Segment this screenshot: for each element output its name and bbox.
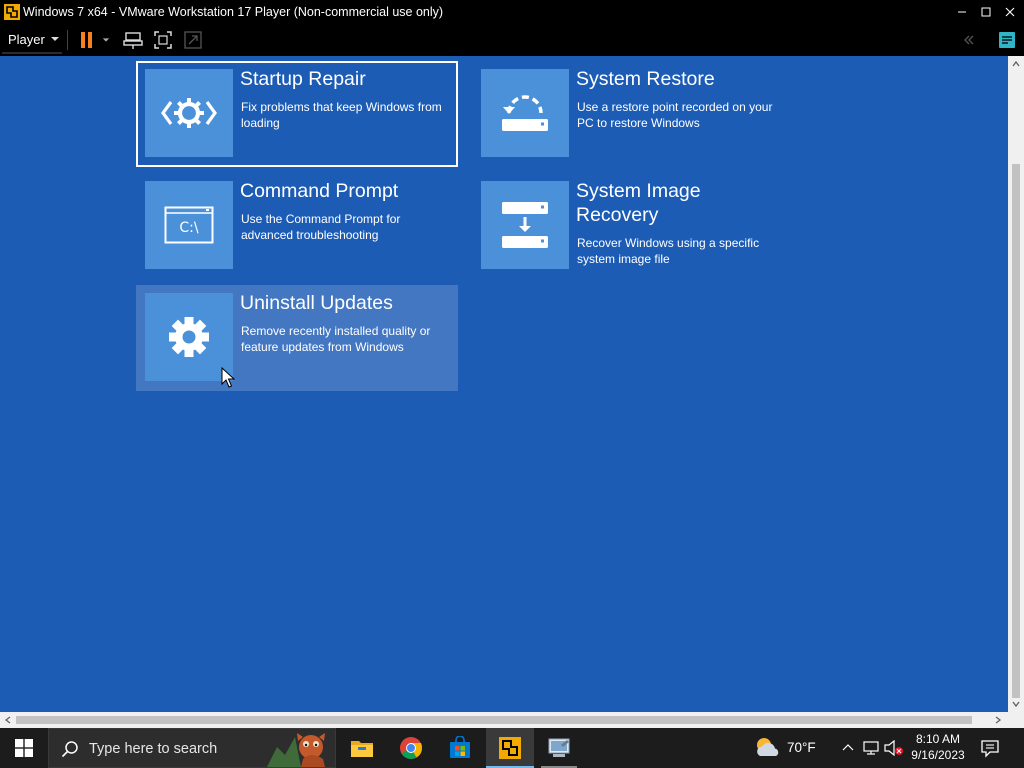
chevron-up-icon xyxy=(842,744,854,751)
windows-logo-icon xyxy=(15,739,33,757)
player-menu-label: Player xyxy=(8,31,45,47)
fullscreen-button[interactable] xyxy=(152,29,174,51)
vmware-player-icon xyxy=(499,737,521,759)
file-explorer-icon xyxy=(351,741,373,757)
weather-temperature: 70°F xyxy=(787,740,816,755)
taskbar-vmware-player[interactable] xyxy=(486,728,534,768)
unity-button[interactable] xyxy=(182,29,204,51)
volume-muted-icon xyxy=(884,740,903,756)
close-button[interactable] xyxy=(998,0,1022,24)
weather-icon xyxy=(757,738,779,756)
tile-uninstall-updates[interactable]: Uninstall Updates Remove recently instal… xyxy=(136,285,458,391)
chevron-down-icon xyxy=(1012,701,1020,708)
back-icon xyxy=(964,35,974,45)
search-highlight-illustration xyxy=(267,733,325,767)
tile-description: Fix problems that keep Windows from load… xyxy=(241,100,442,130)
mouse-cursor-icon xyxy=(221,367,235,388)
tile-description: Recover Windows using a specific system … xyxy=(577,236,760,266)
notes-button[interactable] xyxy=(996,29,1018,51)
vertical-scrollbar-thumb[interactable] xyxy=(1012,164,1020,698)
pause-dropdown-button[interactable] xyxy=(98,29,114,51)
unity-icon xyxy=(184,31,202,49)
scrollbar-corner xyxy=(1008,712,1024,728)
tile-system-image-recovery[interactable]: System Image Recovery Recover Windows us… xyxy=(472,173,794,279)
toolbar-divider xyxy=(67,30,68,50)
system-clock[interactable]: 8:10 AM 9/16/2023 xyxy=(904,731,972,763)
volume-tray-button[interactable] xyxy=(884,738,904,758)
tile-title: System Image Recovery xyxy=(576,180,701,226)
taskbar-system-app[interactable] xyxy=(535,728,583,768)
chevron-right-icon xyxy=(995,716,1002,724)
tile-title: Startup Repair xyxy=(240,68,366,90)
pause-icon xyxy=(81,32,92,48)
scroll-left-button[interactable] xyxy=(0,712,16,728)
horizontal-scrollbar-thumb[interactable] xyxy=(16,716,972,724)
chevron-left-icon xyxy=(4,716,11,724)
tile-command-prompt[interactable]: C:\ Command Prompt Use the Command Promp… xyxy=(136,173,458,279)
network-tray-button[interactable] xyxy=(862,738,882,758)
send-ctrl-alt-del-icon xyxy=(123,32,143,49)
network-icon xyxy=(863,741,879,755)
chevron-down-icon xyxy=(50,37,59,41)
taskbar: Type here to search 70°F 8:10 AM 9/16/20… xyxy=(0,728,1024,768)
vmware-logo-icon xyxy=(4,4,20,20)
notes-icon xyxy=(999,32,1015,48)
scroll-down-button[interactable] xyxy=(1008,696,1024,712)
gear-icon xyxy=(145,293,233,381)
send-ctrl-alt-del-button[interactable] xyxy=(122,29,144,51)
maximize-icon xyxy=(981,7,991,17)
tile-title: System Restore xyxy=(576,68,715,90)
tile-title: Uninstall Updates xyxy=(240,292,393,314)
system-restore-icon xyxy=(481,69,569,157)
minimize-button[interactable] xyxy=(950,0,974,24)
start-button[interactable] xyxy=(0,728,48,768)
system-image-icon xyxy=(481,181,569,269)
scroll-right-button[interactable] xyxy=(990,712,1006,728)
command-prompt-icon: C:\ xyxy=(145,181,233,269)
tile-description: Remove recently installed quality or fea… xyxy=(241,324,431,354)
scroll-up-button[interactable] xyxy=(1008,56,1024,72)
notification-center-icon[interactable] xyxy=(980,738,1000,758)
tile-description: Use the Command Prompt for advanced trou… xyxy=(241,212,401,242)
clock-date: 9/16/2023 xyxy=(911,748,965,762)
startup-repair-icon xyxy=(145,69,233,157)
pause-button[interactable] xyxy=(76,29,98,51)
minimize-icon xyxy=(958,11,966,13)
clock-time: 8:10 AM xyxy=(915,732,961,746)
tile-system-restore[interactable]: System Restore Use a restore point recor… xyxy=(472,61,794,167)
tile-description: Use a restore point recorded on your PC … xyxy=(577,100,773,130)
system-app-icon xyxy=(548,738,570,757)
microsoft-store-icon xyxy=(450,736,470,758)
chrome-icon xyxy=(400,737,423,759)
vertical-scrollbar[interactable] xyxy=(1008,56,1024,712)
title-bar: Windows 7 x64 - VMware Workstation 17 Pl… xyxy=(0,0,1024,24)
player-menu[interactable]: Player xyxy=(2,26,62,54)
show-hidden-icons-button[interactable] xyxy=(838,738,858,758)
back-button[interactable] xyxy=(956,29,978,51)
taskbar-microsoft-store[interactable] xyxy=(436,728,484,768)
search-icon xyxy=(61,741,78,758)
vm-toolbar: Player xyxy=(0,24,1024,56)
tile-title: Command Prompt xyxy=(240,180,399,202)
taskbar-file-explorer[interactable] xyxy=(338,728,386,768)
taskbar-chrome[interactable] xyxy=(387,728,435,768)
dropdown-icon xyxy=(102,38,110,42)
horizontal-scrollbar[interactable] xyxy=(0,712,1008,728)
search-placeholder: Type here to search xyxy=(89,741,218,757)
tile-startup-repair[interactable]: Startup Repair Fix problems that keep Wi… xyxy=(136,61,458,167)
vm-screen[interactable]: Startup Repair Fix problems that keep Wi… xyxy=(0,56,1008,712)
chevron-up-icon xyxy=(1012,60,1020,67)
command-prompt-icon-text: C:\ xyxy=(179,220,198,236)
close-icon xyxy=(1005,7,1015,17)
window-title: Windows 7 x64 - VMware Workstation 17 Pl… xyxy=(23,5,444,19)
taskbar-search-box[interactable]: Type here to search xyxy=(48,728,336,768)
maximize-button[interactable] xyxy=(974,0,998,24)
fullscreen-icon xyxy=(154,31,172,49)
